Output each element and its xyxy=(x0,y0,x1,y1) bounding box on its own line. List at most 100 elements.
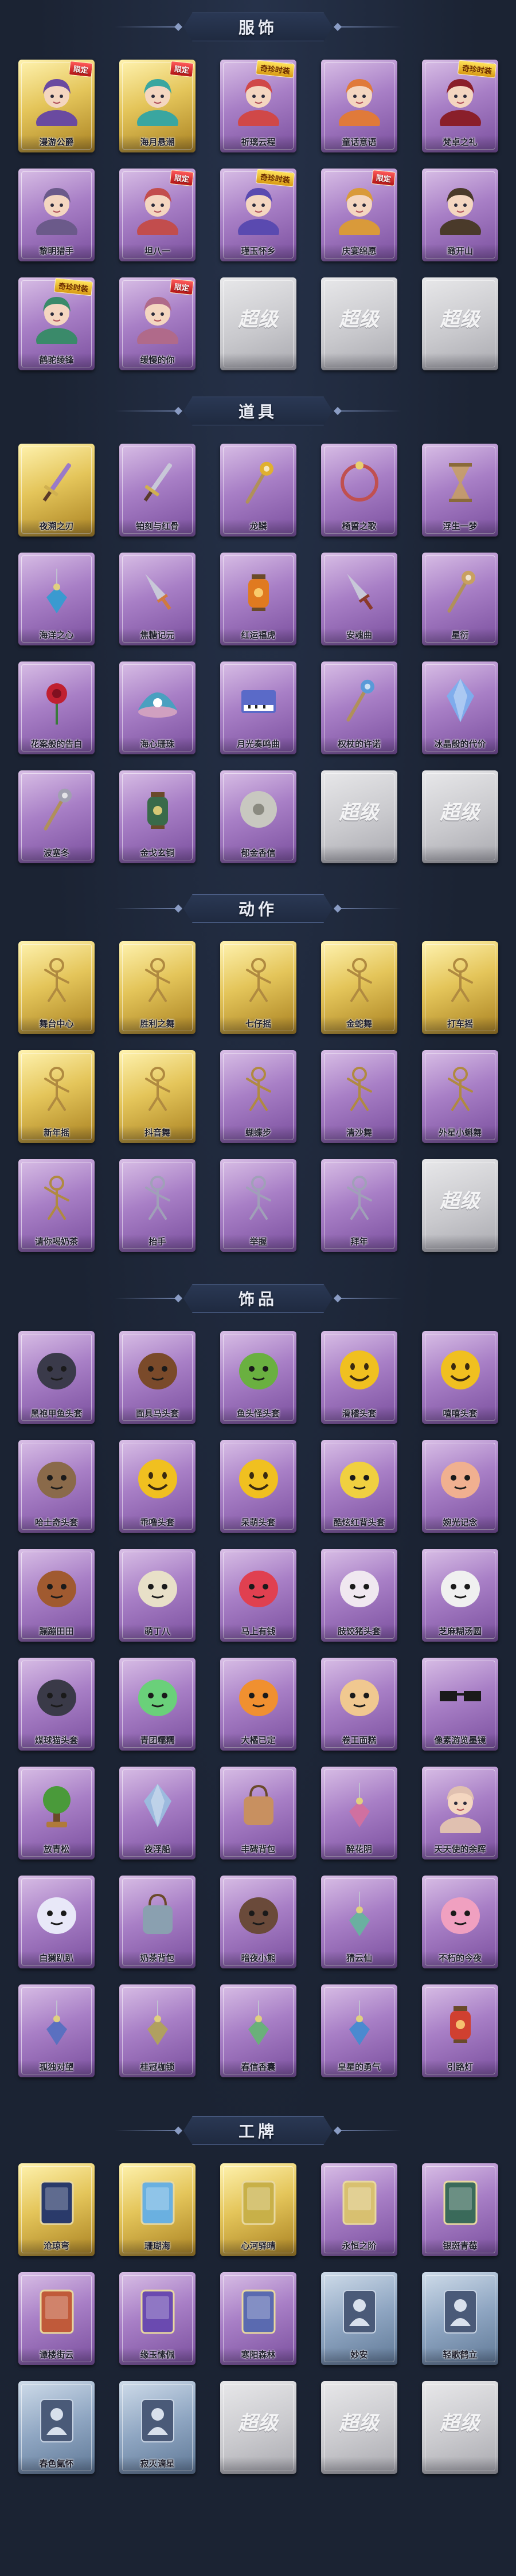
item-card[interactable]: 权杖的许诺 xyxy=(321,661,397,754)
item-card[interactable]: 金蛇舞 xyxy=(321,941,397,1034)
item-card[interactable]: 寒阳森林 xyxy=(220,2272,296,2365)
item-card[interactable]: 哈士奇头套 xyxy=(18,1440,95,1533)
mask-icon xyxy=(231,1887,286,1942)
item-card[interactable]: 奇珍时装 鹤驼绫锋 xyxy=(18,277,95,370)
item-card[interactable]: 举握 xyxy=(220,1159,296,1252)
item-card[interactable]: 白獭趴趴 xyxy=(18,1876,95,1968)
item-card[interactable]: 煤球猫头套 xyxy=(18,1658,95,1751)
item-card[interactable]: 花案般的告白 xyxy=(18,661,95,754)
item-card[interactable]: 胜利之舞 xyxy=(119,941,196,1034)
item-card[interactable]: 龙鳞 xyxy=(220,444,296,537)
item-card[interactable]: 奇珍时装 梵卓之礼 xyxy=(422,60,498,152)
item-card[interactable]: 肢饺猪头套 xyxy=(321,1549,397,1642)
item-card[interactable]: 婉光记念 xyxy=(422,1440,498,1533)
item-card[interactable]: 黑袍甲鱼头套 xyxy=(18,1331,95,1424)
item-card[interactable]: 安魂曲 xyxy=(321,553,397,645)
item-card[interactable]: 珊瑚海 xyxy=(119,2163,196,2256)
item-card[interactable]: 缘玉愫佩 xyxy=(119,2272,196,2365)
item-card[interactable]: 蝴蝶步 xyxy=(220,1050,296,1143)
item-card[interactable]: 妙安 xyxy=(321,2272,397,2365)
item-card[interactable]: 红运福虎 xyxy=(220,553,296,645)
item-card[interactable]: 春色氤怀 xyxy=(18,2381,95,2474)
item-card[interactable]: 萌丁八 xyxy=(119,1549,196,1642)
item-card[interactable]: 银斑青莓 xyxy=(422,2163,498,2256)
item-card[interactable]: 鱼头怪头套 xyxy=(220,1331,296,1424)
item-card[interactable]: 不朽的今夜 xyxy=(422,1876,498,1968)
item-card[interactable]: 新年摇 xyxy=(18,1050,95,1143)
crystal-icon xyxy=(433,673,488,728)
item-card[interactable]: 像素游览墨镜 xyxy=(422,1658,498,1751)
item-card[interactable]: 大橘已定 xyxy=(220,1658,296,1751)
item-card[interactable]: 星衍 xyxy=(422,553,498,645)
item-card[interactable]: 桂冠枷锁 xyxy=(119,1984,196,2077)
item-card[interactable]: 心河驿晴 xyxy=(220,2163,296,2256)
item-card[interactable]: 马上有钱 xyxy=(220,1549,296,1642)
item-card[interactable]: 冰晶般的代价 xyxy=(422,661,498,754)
sword-icon xyxy=(130,455,185,510)
item-card[interactable]: 春信香囊 xyxy=(220,1984,296,2077)
item-card[interactable]: 金戈玄铜 xyxy=(119,770,196,863)
item-card[interactable]: 浮生一梦 xyxy=(422,444,498,537)
item-card[interactable]: 限定 庆宴绵愿 xyxy=(321,169,397,261)
item-card[interactable]: 打车摇 xyxy=(422,941,498,1034)
item-card[interactable]: 限定 坦八一 xyxy=(119,169,196,261)
item-card[interactable]: 天天使的余晖 xyxy=(422,1767,498,1859)
item-card[interactable]: 芝麻糊汤圆 xyxy=(422,1549,498,1642)
item-card[interactable]: 沧琼弯 xyxy=(18,2163,95,2256)
item-card[interactable]: 夜浮船 xyxy=(119,1767,196,1859)
section-banner: 工牌 xyxy=(115,2116,401,2145)
item-card[interactable]: 暗夜小熊 xyxy=(220,1876,296,1968)
item-card[interactable]: 夜溯之刃 xyxy=(18,444,95,537)
item-card[interactable]: 拜年 xyxy=(321,1159,397,1252)
item-card[interactable]: 放青松 xyxy=(18,1767,95,1859)
item-card[interactable]: 外星小蝌舞 xyxy=(422,1050,498,1143)
item-card[interactable]: 皇星的勇气 xyxy=(321,1984,397,2077)
item-card[interactable]: 七仔摇 xyxy=(220,941,296,1034)
item-card[interactable]: 蹦蹦田田 xyxy=(18,1549,95,1642)
item-card[interactable]: 瞰开山 xyxy=(422,169,498,261)
item-card[interactable]: 限定 漫游公爵 xyxy=(18,60,95,152)
item-card[interactable]: 限定 海月悬潮 xyxy=(119,60,196,152)
item-card[interactable]: 滑稽头套 xyxy=(321,1331,397,1424)
item-card[interactable]: 抖音舞 xyxy=(119,1050,196,1143)
item-card[interactable]: 面具马头套 xyxy=(119,1331,196,1424)
item-card[interactable]: 焦糖记元 xyxy=(119,553,196,645)
empty-slot: 超级 xyxy=(422,2381,498,2474)
item-card[interactable]: 舞台中心 xyxy=(18,941,95,1034)
item-card[interactable]: 孤独对望 xyxy=(18,1984,95,2077)
item-card[interactable]: 谭楼街云 xyxy=(18,2272,95,2365)
item-card[interactable]: 限定 缓慢的你 xyxy=(119,277,196,370)
item-card[interactable]: 猜云仙 xyxy=(321,1876,397,1968)
item-card[interactable]: 奇珍时装 祈璃云程 xyxy=(220,60,296,152)
item-card[interactable]: 清沙舞 xyxy=(321,1050,397,1143)
item-card[interactable]: 月光奏鸣曲 xyxy=(220,661,296,754)
badge-icon xyxy=(332,2175,387,2230)
item-card[interactable]: 醉花阴 xyxy=(321,1767,397,1859)
item-card[interactable]: 郁金香信 xyxy=(220,770,296,863)
item-card[interactable]: 嘻嘻头套 xyxy=(422,1331,498,1424)
section-banner: 动作 xyxy=(115,894,401,923)
item-card[interactable]: 海洋之心 xyxy=(18,553,95,645)
item-card[interactable]: 青团糯糯 xyxy=(119,1658,196,1751)
item-card[interactable]: 波塞冬 xyxy=(18,770,95,863)
item-card[interactable]: 童话意语 xyxy=(321,60,397,152)
item-card[interactable]: 卷王面糕 xyxy=(321,1658,397,1751)
item-card[interactable]: 抬手 xyxy=(119,1159,196,1252)
item-card[interactable]: 椅誓之歌 xyxy=(321,444,397,537)
item-card[interactable]: 奶茶背包 xyxy=(119,1876,196,1968)
item-card[interactable]: 请你喝奶茶 xyxy=(18,1159,95,1252)
item-card[interactable]: 轻歌鹤立 xyxy=(422,2272,498,2365)
item-card[interactable]: 丰碑背包 xyxy=(220,1767,296,1859)
item-card[interactable]: 引路灯 xyxy=(422,1984,498,2077)
item-card[interactable]: 奇珍时装 瑾玉怀乡 xyxy=(220,169,296,261)
item-card[interactable]: 酷炫红背头套 xyxy=(321,1440,397,1533)
item-card[interactable]: 永恒之阶 xyxy=(321,2163,397,2256)
item-label: 瑾玉怀乡 xyxy=(241,246,276,256)
item-card[interactable]: 海心珊珠 xyxy=(119,661,196,754)
item-card[interactable]: 呆萌头套 xyxy=(220,1440,296,1533)
item-card[interactable]: 乖噜头套 xyxy=(119,1440,196,1533)
item-card[interactable]: 寂灭谪星 xyxy=(119,2381,196,2474)
item-card[interactable]: 黎明猎手 xyxy=(18,169,95,261)
item-card[interactable]: 铂刻与红骨 xyxy=(119,444,196,537)
portrait-icon xyxy=(433,180,488,235)
